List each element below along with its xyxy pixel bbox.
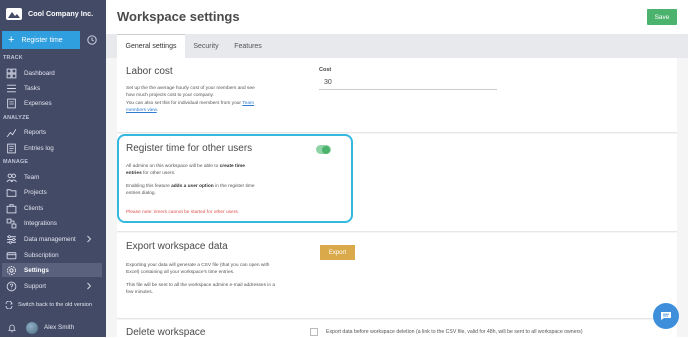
brand[interactable]: Cool Company Inc. (0, 0, 106, 27)
reports-icon (6, 128, 17, 137)
sidebar-item-label: Integrations (24, 219, 57, 227)
register-time-label: Register time (21, 36, 63, 44)
support-icon (6, 281, 17, 291)
sidebar-item-label: Data management (24, 235, 76, 243)
team-link[interactable]: Team (242, 101, 254, 106)
tab-security[interactable]: Security (188, 34, 224, 58)
projects-icon (6, 188, 17, 197)
register-time-button[interactable]: + Register time (2, 31, 80, 49)
sidebar-item-label: Tasks (24, 84, 41, 92)
sidebar-item-integrations[interactable]: Integrations (0, 216, 106, 230)
sidebar-item-subscription[interactable]: Subscription (0, 248, 106, 262)
labor-cost-title: Labor cost (126, 66, 173, 77)
cost-input[interactable]: 30 (319, 77, 497, 90)
switch-icon (5, 301, 13, 309)
tab-general-settings[interactable]: General settings (117, 34, 185, 58)
export-before-delete-checkbox[interactable] (310, 328, 318, 336)
sidebar-item-settings[interactable]: Settings (2, 263, 102, 277)
sidebar-item-label: Subscription (24, 251, 59, 259)
section-track: TRACK (3, 55, 23, 61)
sidebar-item-data-management[interactable]: Data management (0, 232, 106, 246)
sidebar-item-label: Projects (24, 188, 47, 196)
labor-cost-description: Set up the the average hourly cost of yo… (126, 85, 286, 114)
integrations-icon (6, 218, 17, 228)
clock-icon[interactable] (87, 35, 97, 45)
switch-old-version-link[interactable]: Switch back to the old version (0, 299, 106, 311)
export-desc-line: Exporting your data will generate a CSV … (126, 263, 270, 268)
sidebar-item-label: Entries log (24, 144, 54, 152)
section-manage: MANAGE (3, 159, 29, 165)
sidebar-item-label: Expenses (24, 99, 52, 107)
chevron-right-icon (87, 235, 92, 243)
toggle-knob (322, 145, 330, 154)
sidebar-item-label: Dashboard (24, 69, 55, 77)
sidebar-item-label: Support (24, 282, 47, 290)
sidebar-item-label: Settings (24, 266, 49, 274)
sidebar-item-label: Team (24, 173, 40, 181)
labor-cost-card: Labor cost Set up the the average hourly… (117, 58, 677, 133)
sidebar-item-expenses[interactable]: Expenses (0, 96, 106, 110)
company-name: Cool Company Inc. (28, 9, 94, 18)
clients-icon (6, 203, 17, 213)
sidebar-item-dashboard[interactable]: Dashboard (0, 66, 106, 80)
members-view-link[interactable]: members view (126, 108, 157, 113)
export-title: Export workspace data (126, 241, 228, 252)
export-desc-line: Excel) containing all your workspace's t… (126, 270, 235, 276)
avatar[interactable] (26, 321, 38, 334)
team-icon (6, 173, 17, 182)
chevron-right-icon (87, 282, 92, 290)
sidebar-item-team[interactable]: Team (0, 170, 106, 184)
subscription-icon (6, 251, 17, 259)
export-card: Export workspace data Exporting your dat… (117, 233, 677, 319)
export-description: Exporting your data will generate a CSV … (126, 262, 296, 296)
register-others-toggle[interactable] (316, 145, 331, 154)
sidebar-item-label: Clients (24, 204, 44, 212)
gear-icon (7, 265, 16, 275)
plus-icon: + (8, 33, 15, 46)
tab-features[interactable]: Features (228, 34, 268, 58)
entries-log-icon (7, 143, 16, 153)
company-logo-icon (6, 7, 22, 20)
switch-old-version-label: Switch back to the old version (18, 302, 92, 308)
save-button[interactable]: Save (647, 9, 677, 25)
tab-bar: General settings Security Features (106, 34, 688, 58)
sidebar-item-label: Reports (24, 128, 47, 136)
expenses-icon (7, 98, 16, 108)
sidebar-item-support[interactable]: Support (0, 279, 106, 293)
user-name[interactable]: Alex Smith (44, 324, 74, 331)
sidebar-item-projects[interactable]: Projects (0, 185, 106, 199)
sidebar-item-tasks[interactable]: Tasks (0, 81, 106, 95)
user-bar: Alex Smith (0, 318, 106, 337)
chat-icon (661, 312, 671, 320)
section-analyze: ANALYZE (3, 115, 30, 121)
page-title: Workspace settings (117, 9, 240, 24)
cost-label: Cost (319, 67, 332, 73)
export-before-delete-label: Export data before workspace deletion (a… (326, 329, 583, 335)
data-management-icon (7, 234, 16, 244)
sidebar-item-reports[interactable]: Reports (0, 125, 106, 139)
tasks-icon (7, 84, 16, 92)
chat-button[interactable] (653, 303, 679, 329)
labor-cost-desc-line: Set up the the average hourly cost of yo… (126, 86, 255, 91)
bell-icon[interactable] (7, 323, 17, 333)
sidebar: Cool Company Inc. + Register time TRACK … (0, 0, 106, 337)
labor-cost-desc-line: You can also set this for individual mem… (126, 100, 242, 106)
dashboard-icon (6, 68, 17, 78)
delete-title: Delete workspace (126, 327, 206, 338)
topbar: Workspace settings Save (106, 0, 688, 34)
export-button[interactable]: Export (320, 245, 355, 260)
labor-cost-desc-line: how much projects cost to your company. (126, 93, 214, 99)
export-desc-line: This file will be sent to all the worksp… (126, 282, 276, 288)
export-desc-line: few minutes. (126, 289, 153, 295)
sidebar-item-clients[interactable]: Clients (0, 201, 106, 215)
sidebar-item-entries-log[interactable]: Entries log (0, 141, 106, 155)
